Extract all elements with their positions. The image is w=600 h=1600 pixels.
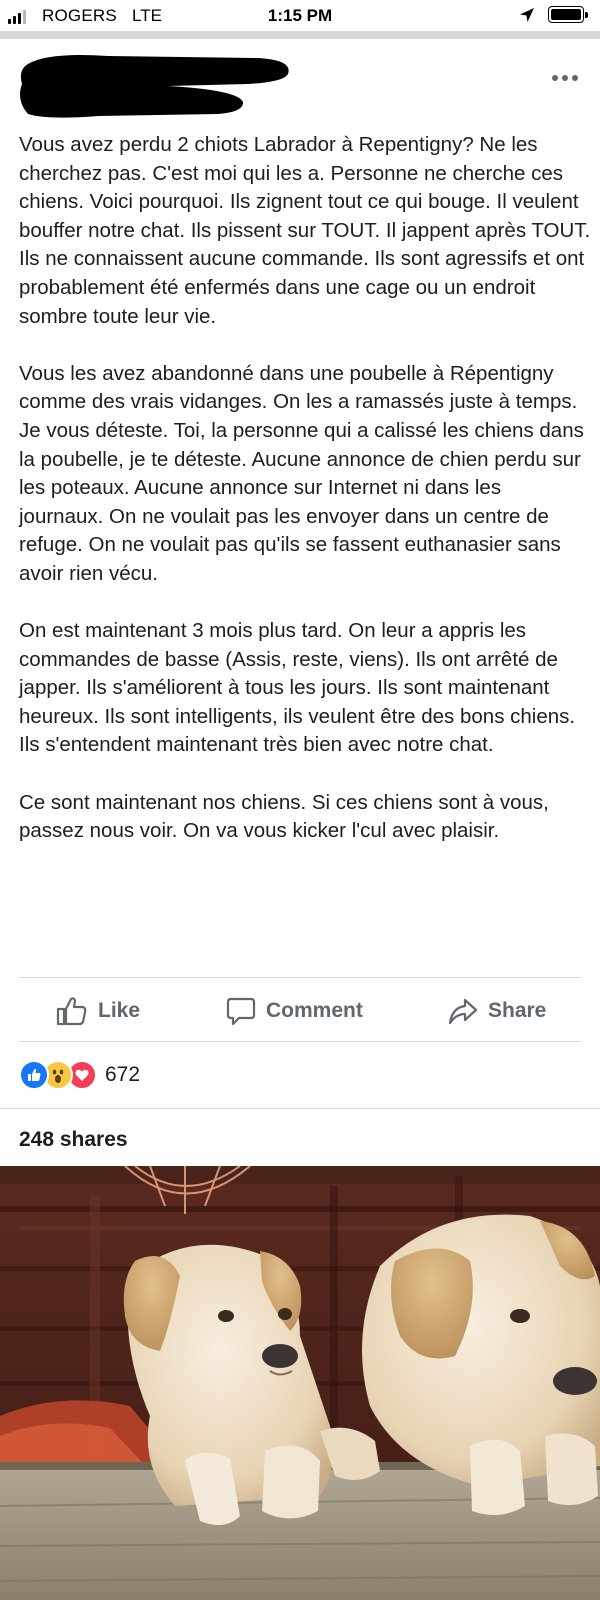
post-paragraph: Vous les avez abandonné dans une poubell… — [19, 361, 584, 585]
post-photo[interactable] — [0, 1166, 600, 1600]
more-dot — [562, 75, 568, 81]
like-label: Like — [98, 999, 141, 1022]
comment-bubble-icon — [226, 997, 256, 1026]
divider — [19, 977, 581, 978]
shares-count-link[interactable]: 248 shares — [19, 1128, 128, 1152]
reaction-count: 672 — [105, 1063, 141, 1086]
more-options-button[interactable] — [545, 66, 585, 90]
thumbs-up-icon — [56, 997, 87, 1026]
reactions-summary[interactable]: 672 — [19, 1060, 140, 1090]
like-reaction-icon — [19, 1060, 49, 1090]
puppies-photo — [0, 1166, 600, 1600]
more-dot — [572, 75, 578, 81]
post-paragraph: Vous avez perdu 2 chiots Labrador à Repe… — [19, 133, 591, 328]
post-paragraph: Ce sont maintenant nos chiens. Si ces ch… — [19, 790, 549, 843]
location-arrow-icon — [520, 8, 534, 22]
status-time: 1:15 PM — [267, 6, 333, 25]
post-text: Vous avez perdu 2 chiots Labrador à Repe… — [19, 131, 591, 846]
like-button[interactable]: Like — [56, 990, 140, 1032]
top-separator — [0, 31, 600, 39]
comment-button[interactable]: Comment — [226, 990, 363, 1032]
battery-icon — [548, 6, 588, 23]
divider — [19, 1041, 581, 1042]
share-arrow-icon — [448, 998, 478, 1025]
post-paragraph: On est maintenant 3 mois plus tard. On l… — [19, 619, 576, 757]
redacted-author — [20, 55, 289, 118]
divider — [0, 1108, 600, 1109]
share-label: Share — [488, 999, 547, 1022]
more-dot — [552, 75, 558, 81]
comment-label: Comment — [266, 999, 363, 1022]
status-bar: ROGERS LTE 1:15 PM — [0, 0, 600, 30]
share-button[interactable]: Share — [448, 990, 546, 1032]
